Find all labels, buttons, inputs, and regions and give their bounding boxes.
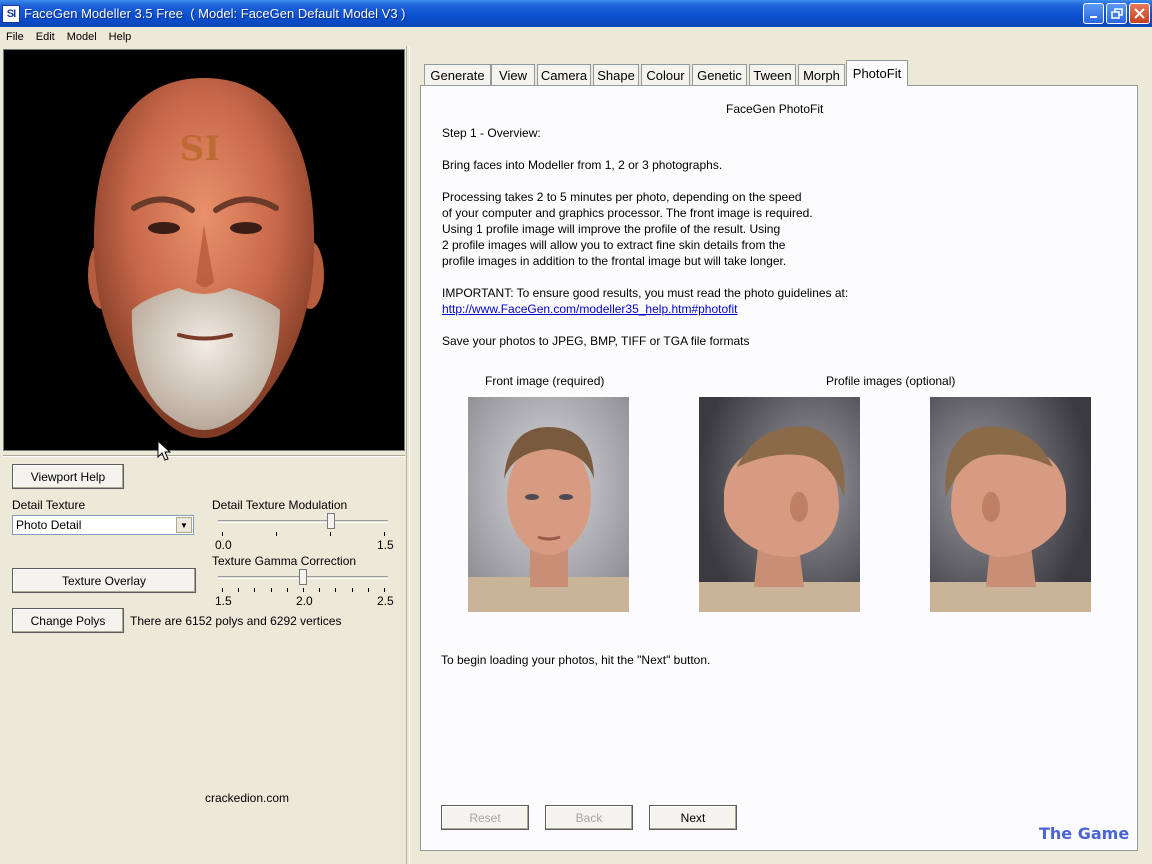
back-button[interactable]: Back [545, 805, 633, 830]
processing-line-2: of your computer and graphics processor.… [442, 206, 813, 220]
minimize-glyph [1089, 15, 1097, 18]
reset-button[interactable]: Reset [441, 805, 529, 830]
slider-tick [303, 588, 304, 592]
forehead-stamp: SI [180, 129, 220, 169]
processing-line-3: Using 1 profile image will improve the p… [442, 222, 781, 236]
slider-tick [384, 588, 385, 592]
gamma-max: 2.5 [377, 594, 394, 608]
menu-edit[interactable]: Edit [30, 31, 61, 43]
processing-line-1: Processing takes 2 to 5 minutes per phot… [442, 190, 802, 204]
modulation-track [218, 520, 388, 523]
slider-tick [222, 588, 223, 592]
photofit-heading: FaceGen PhotoFit [726, 102, 824, 116]
menu-file[interactable]: File [0, 31, 30, 43]
step-text: Step 1 - Overview: [442, 126, 541, 140]
tab-colour[interactable]: Colour [641, 64, 690, 86]
restore-icon[interactable] [1106, 3, 1127, 24]
texture-overlay-button[interactable]: Texture Overlay [12, 568, 196, 593]
poly-info-text: There are 6152 polys and 6292 vertices [130, 614, 342, 628]
chevron-down-icon[interactable]: ▼ [176, 517, 192, 533]
modulation-label: Detail Texture Modulation [212, 498, 348, 512]
menu-model[interactable]: Model [61, 31, 103, 43]
tab-morph[interactable]: Morph [798, 64, 845, 86]
viewport-separator [3, 455, 405, 457]
profile-photo-left[interactable] [699, 397, 860, 612]
processing-line-5: profile images in addition to the fronta… [442, 254, 787, 268]
restore-glyph [1110, 7, 1123, 19]
tab-genetic[interactable]: Genetic [692, 64, 747, 86]
slider-tick [276, 532, 277, 536]
tab-generate[interactable]: Generate [424, 64, 491, 86]
minimize-icon[interactable] [1083, 3, 1104, 24]
title-bar: SI FaceGen Modeller 3.5 Free ( Model: Fa… [0, 0, 1152, 27]
tab-camera[interactable]: Camera [537, 64, 591, 86]
processing-line-4: 2 profile images will allow you to extra… [442, 238, 786, 252]
slider-tick [286, 588, 288, 592]
slider-tick [222, 532, 223, 536]
profile-images-label: Profile images (optional) [826, 374, 956, 388]
close-glyph [1134, 8, 1145, 19]
site-text: crackedion.com [205, 791, 290, 805]
tab-view[interactable]: View [491, 64, 535, 86]
slider-tick [270, 588, 272, 592]
tab-photofit[interactable]: PhotoFit [846, 60, 908, 86]
begin-text: To begin loading your photos, hit the "N… [441, 653, 711, 667]
face-render: SI [4, 50, 404, 450]
guidelines-link[interactable]: http://www.FaceGen.com/modeller35_help.h… [442, 301, 738, 317]
slider-tick [367, 588, 369, 592]
window-title: FaceGen Modeller 3.5 Free ( Model: FaceG… [24, 6, 406, 21]
slider-tick [351, 588, 353, 592]
modulation-min: 0.0 [215, 538, 232, 552]
viewport-help-button[interactable]: Viewport Help [12, 464, 124, 489]
tab-tween[interactable]: Tween [749, 64, 796, 86]
slider-tick [384, 532, 385, 536]
front-photo-image [468, 397, 629, 612]
detail-texture-select[interactable]: Photo Detail ▼ [12, 515, 194, 535]
gamma-mid: 2.0 [296, 594, 313, 608]
important-text: IMPORTANT: To ensure good results, you m… [442, 286, 849, 300]
slider-tick [335, 588, 337, 592]
mouse-cursor-icon [157, 440, 171, 461]
detail-texture-label: Detail Texture [12, 498, 86, 512]
slider-tick [319, 588, 321, 592]
watermark-text: The Game [1039, 824, 1130, 843]
next-button[interactable]: Next [649, 805, 737, 830]
change-polys-button[interactable]: Change Polys [12, 608, 124, 633]
gamma-slider[interactable] [218, 568, 388, 592]
front-photo[interactable] [468, 397, 629, 612]
slider-tick [254, 588, 256, 592]
profile-photo-right[interactable] [930, 397, 1091, 612]
menu-bar: File Edit Model Help [0, 27, 1152, 46]
modulation-slider[interactable] [218, 512, 388, 536]
menu-help[interactable]: Help [103, 31, 138, 43]
panel-splitter[interactable] [406, 46, 410, 864]
intro-text: Bring faces into Modeller from 1, 2 or 3… [442, 158, 723, 172]
face-viewport[interactable]: SI [3, 49, 405, 451]
tab-shape[interactable]: Shape [593, 64, 639, 86]
formats-text: Save your photos to JPEG, BMP, TIFF or T… [442, 334, 750, 348]
close-icon[interactable] [1129, 3, 1150, 24]
app-icon[interactable]: SI [2, 4, 20, 23]
modulation-thumb[interactable] [326, 513, 335, 529]
gamma-label: Texture Gamma Correction [212, 554, 357, 568]
front-image-label: Front image (required) [485, 374, 605, 388]
detail-texture-value: Photo Detail [16, 518, 82, 532]
gamma-thumb[interactable] [299, 569, 307, 585]
profile-photo-right-image [930, 397, 1091, 612]
slider-tick [238, 588, 240, 592]
modulation-max: 1.5 [377, 538, 394, 552]
profile-photo-left-image [699, 397, 860, 612]
gamma-min: 1.5 [215, 594, 232, 608]
slider-tick [330, 532, 331, 536]
